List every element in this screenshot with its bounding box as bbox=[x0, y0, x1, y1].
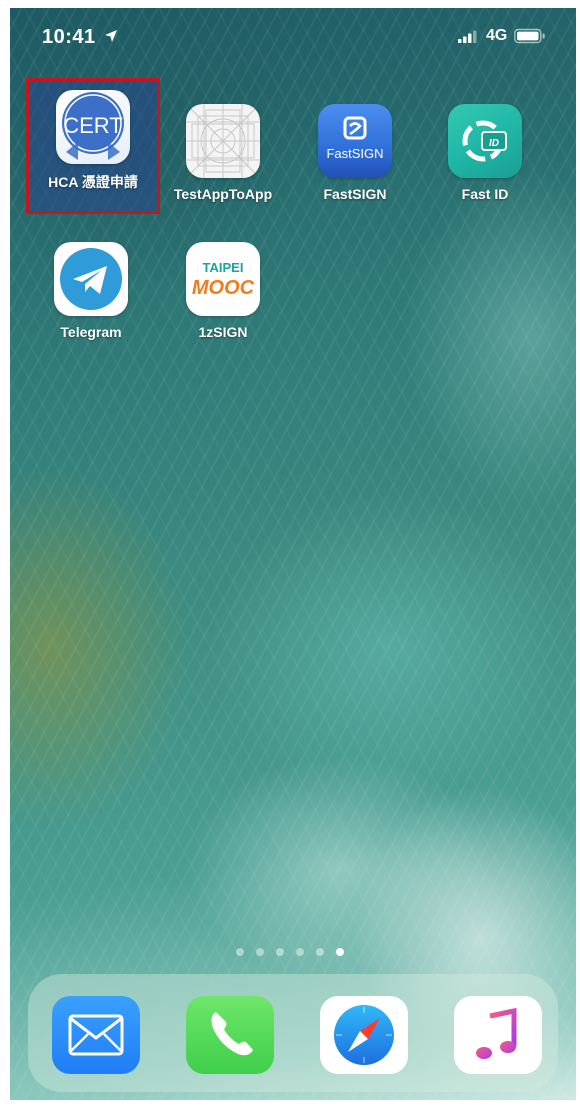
mooc-top-text: TAIPEI bbox=[203, 260, 244, 275]
app-label: HCA 憑證申請 bbox=[48, 174, 138, 190]
fastsign-icon: FastSIGN bbox=[318, 104, 392, 178]
location-arrow-icon bbox=[105, 30, 117, 42]
page-dot bbox=[296, 948, 304, 956]
app-fastsign[interactable]: FastSIGN FastSIGN bbox=[300, 104, 410, 229]
fast-id-icon: ID bbox=[448, 104, 522, 178]
dock-music-app[interactable] bbox=[454, 996, 542, 1074]
iphone-home-screen: 10:41 4G CERT HCA 憑證申請 TestAppToApp Fast… bbox=[10, 8, 576, 1100]
fast-id-icon-text: ID bbox=[489, 138, 499, 149]
page-indicator[interactable] bbox=[236, 948, 356, 958]
dock-mail-app[interactable] bbox=[52, 996, 140, 1074]
app-label: Fast ID bbox=[461, 186, 509, 202]
app-fast-id[interactable]: ID Fast ID bbox=[430, 104, 540, 229]
dock bbox=[28, 974, 558, 1092]
page-dot bbox=[316, 948, 324, 956]
app-label: FastSIGN bbox=[323, 186, 387, 202]
placeholder-grid-icon bbox=[186, 104, 260, 178]
page-dot-active bbox=[336, 948, 344, 956]
app-label: Telegram bbox=[60, 324, 122, 340]
dock-safari-app[interactable] bbox=[320, 996, 408, 1074]
battery-icon bbox=[514, 28, 545, 44]
cert-icon-text: CERT bbox=[63, 113, 123, 138]
page-dot bbox=[236, 948, 244, 956]
dock-phone-app[interactable] bbox=[186, 996, 274, 1074]
mooc-bottom-text: MOOC bbox=[192, 277, 255, 299]
phone-handset-icon bbox=[211, 1012, 253, 1056]
status-time: 10:41 bbox=[42, 26, 96, 48]
mail-envelope-icon bbox=[68, 1014, 124, 1056]
page-dot bbox=[276, 948, 284, 956]
music-note-icon bbox=[476, 1007, 517, 1059]
fastsign-icon-text: FastSIGN bbox=[326, 146, 383, 161]
page-dot bbox=[256, 948, 264, 956]
app-telegram[interactable]: Telegram bbox=[36, 242, 146, 367]
app-1zsign[interactable]: TAIPEI MOOC 1zSIGN bbox=[168, 242, 278, 367]
cert-icon: CERT bbox=[56, 90, 130, 164]
app-label: 1zSIGN bbox=[198, 324, 248, 340]
network-type: 4G bbox=[486, 27, 508, 44]
telegram-paper-plane-icon bbox=[54, 242, 128, 316]
cellular-signal-icon bbox=[458, 30, 477, 43]
app-label: TestAppToApp bbox=[173, 186, 273, 202]
taipei-mooc-icon: TAIPEI MOOC bbox=[186, 242, 260, 316]
status-bar: 10:41 4G bbox=[10, 8, 576, 58]
safari-compass-icon bbox=[334, 1005, 394, 1065]
app-testapptoapp[interactable]: TestAppToApp bbox=[168, 104, 278, 229]
app-hca-cert[interactable]: CERT HCA 憑證申請 bbox=[38, 90, 148, 215]
